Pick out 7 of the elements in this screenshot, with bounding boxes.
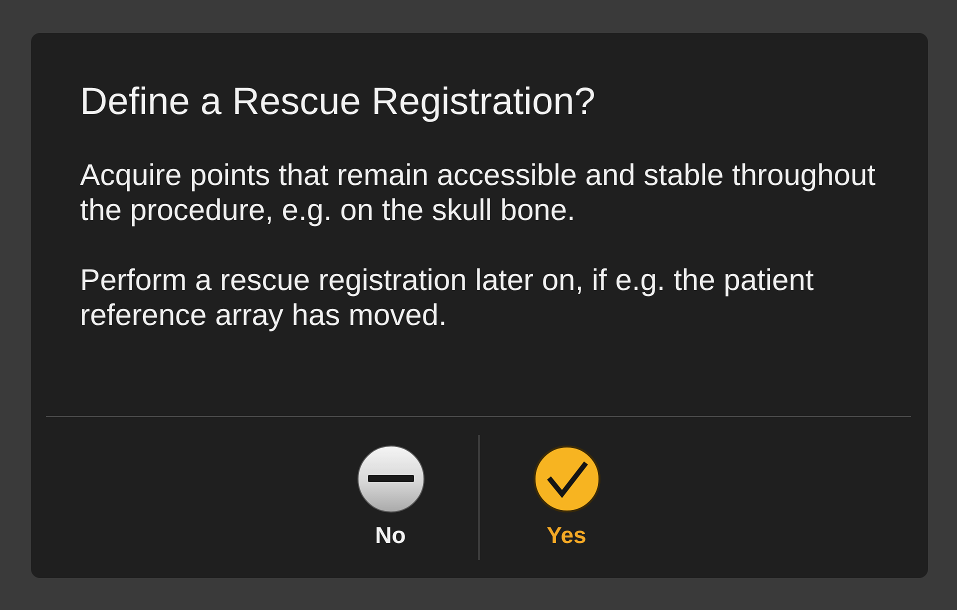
minus-circle-icon [356,445,424,513]
dialog-title: Define a Rescue Registration? [80,80,596,124]
yes-button[interactable]: Yes [480,435,654,552]
dialog-message: Acquire points that remain accessible and stable throughout the procedure, e.g. on the skull bone. [80,158,876,228]
no-button[interactable]: No [304,435,478,552]
checkmark-circle-icon [532,445,600,513]
dialog-message: Perform a rescue registration later on, if e.g. the patient reference array has moved. [80,263,815,333]
